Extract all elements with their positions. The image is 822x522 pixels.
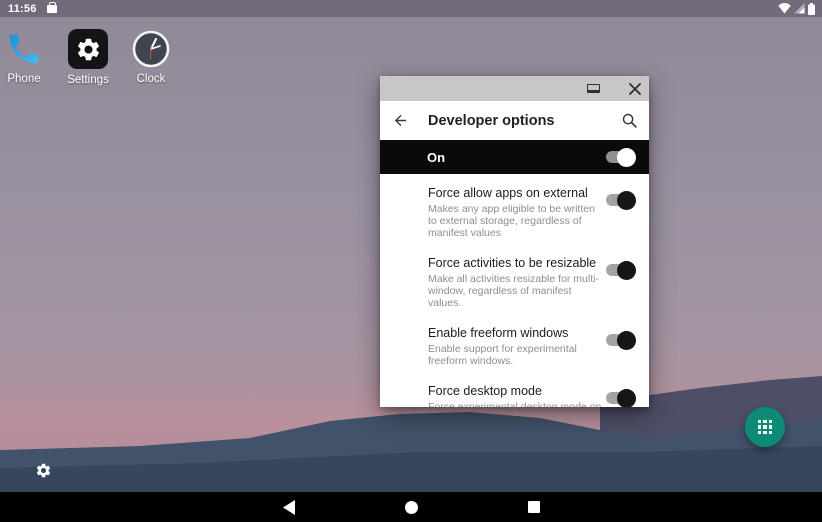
- setting-description: Make all activities resizable for multi-…: [428, 273, 606, 309]
- master-toggle[interactable]: [606, 151, 634, 163]
- setting-description: Makes any app eligible to be written to …: [428, 203, 606, 239]
- toggle-force-resizable[interactable]: [606, 264, 634, 276]
- clock-time: 11:56: [8, 3, 37, 15]
- nav-recents-button[interactable]: [499, 492, 569, 522]
- app-label: Settings: [67, 74, 109, 86]
- app-shortcut-clock[interactable]: Clock: [119, 30, 183, 85]
- cell-signal-icon: [794, 3, 805, 14]
- wifi-icon: [778, 3, 791, 14]
- setting-row-force-allow-apps-external[interactable]: Force allow apps on external Makes any a…: [380, 178, 649, 248]
- toggle-force-allow-apps-external[interactable]: [606, 194, 634, 206]
- window-titlebar[interactable]: [380, 76, 649, 101]
- nav-back-button[interactable]: [253, 492, 323, 522]
- master-switch-label: On: [427, 150, 445, 165]
- setting-row-freeform-windows[interactable]: Enable freeform windows Enable support f…: [380, 318, 649, 376]
- magnifier-icon: [621, 112, 638, 129]
- recents-square-icon: [528, 501, 540, 513]
- toggle-freeform-windows[interactable]: [606, 334, 634, 346]
- search-button[interactable]: [609, 101, 649, 140]
- developer-options-master-row[interactable]: On: [380, 140, 649, 174]
- page-title: Developer options: [428, 113, 555, 129]
- gear-icon: [75, 36, 102, 63]
- settings-app-tile: [68, 29, 108, 69]
- app-shortcut-settings[interactable]: Settings: [56, 29, 120, 86]
- app-label: Clock: [137, 73, 166, 85]
- setting-title: Enable freeform windows: [428, 326, 606, 340]
- apps-grid-icon: [758, 420, 772, 434]
- home-circle-icon: [405, 501, 418, 514]
- analog-clock-icon: [132, 30, 170, 68]
- settings-list: Force allow apps on external Makes any a…: [380, 174, 649, 407]
- setting-title: Force allow apps on external: [428, 186, 606, 200]
- app-label: Phone: [7, 73, 40, 85]
- app-shortcut-phone[interactable]: Phone: [0, 30, 56, 85]
- back-triangle-icon: [281, 499, 296, 516]
- toggle-force-desktop-mode[interactable]: [606, 392, 634, 404]
- setting-description: Force experimental desktop mode on secon…: [428, 401, 606, 407]
- work-profile-icon: [47, 5, 57, 13]
- nav-home-button[interactable]: [376, 492, 446, 522]
- android-desktop-screen: 11:56 Phone: [0, 0, 822, 522]
- battery-icon: [808, 3, 815, 15]
- setting-description: Enable support for experimental freeform…: [428, 343, 606, 367]
- phone-icon: [5, 30, 43, 68]
- developer-options-window: Developer options On Force allow apps on…: [380, 76, 649, 407]
- gear-icon[interactable]: [35, 462, 52, 479]
- close-icon: [629, 83, 641, 95]
- close-button[interactable]: [622, 76, 648, 101]
- status-icons: [778, 3, 815, 15]
- maximize-icon: [587, 84, 600, 93]
- maximize-button[interactable]: [580, 76, 606, 101]
- setting-row-force-desktop-mode[interactable]: Force desktop mode Force experimental de…: [380, 376, 649, 407]
- back-button[interactable]: [380, 101, 420, 140]
- app-drawer-fab[interactable]: [745, 407, 785, 447]
- setting-row-force-resizable[interactable]: Force activities to be resizable Make al…: [380, 248, 649, 318]
- setting-title: Force desktop mode: [428, 384, 606, 398]
- navigation-bar: [0, 492, 822, 522]
- arrow-left-icon: [392, 112, 409, 129]
- status-bar: 11:56: [0, 0, 822, 17]
- setting-title: Force activities to be resizable: [428, 256, 606, 270]
- app-toolbar: Developer options: [380, 101, 649, 140]
